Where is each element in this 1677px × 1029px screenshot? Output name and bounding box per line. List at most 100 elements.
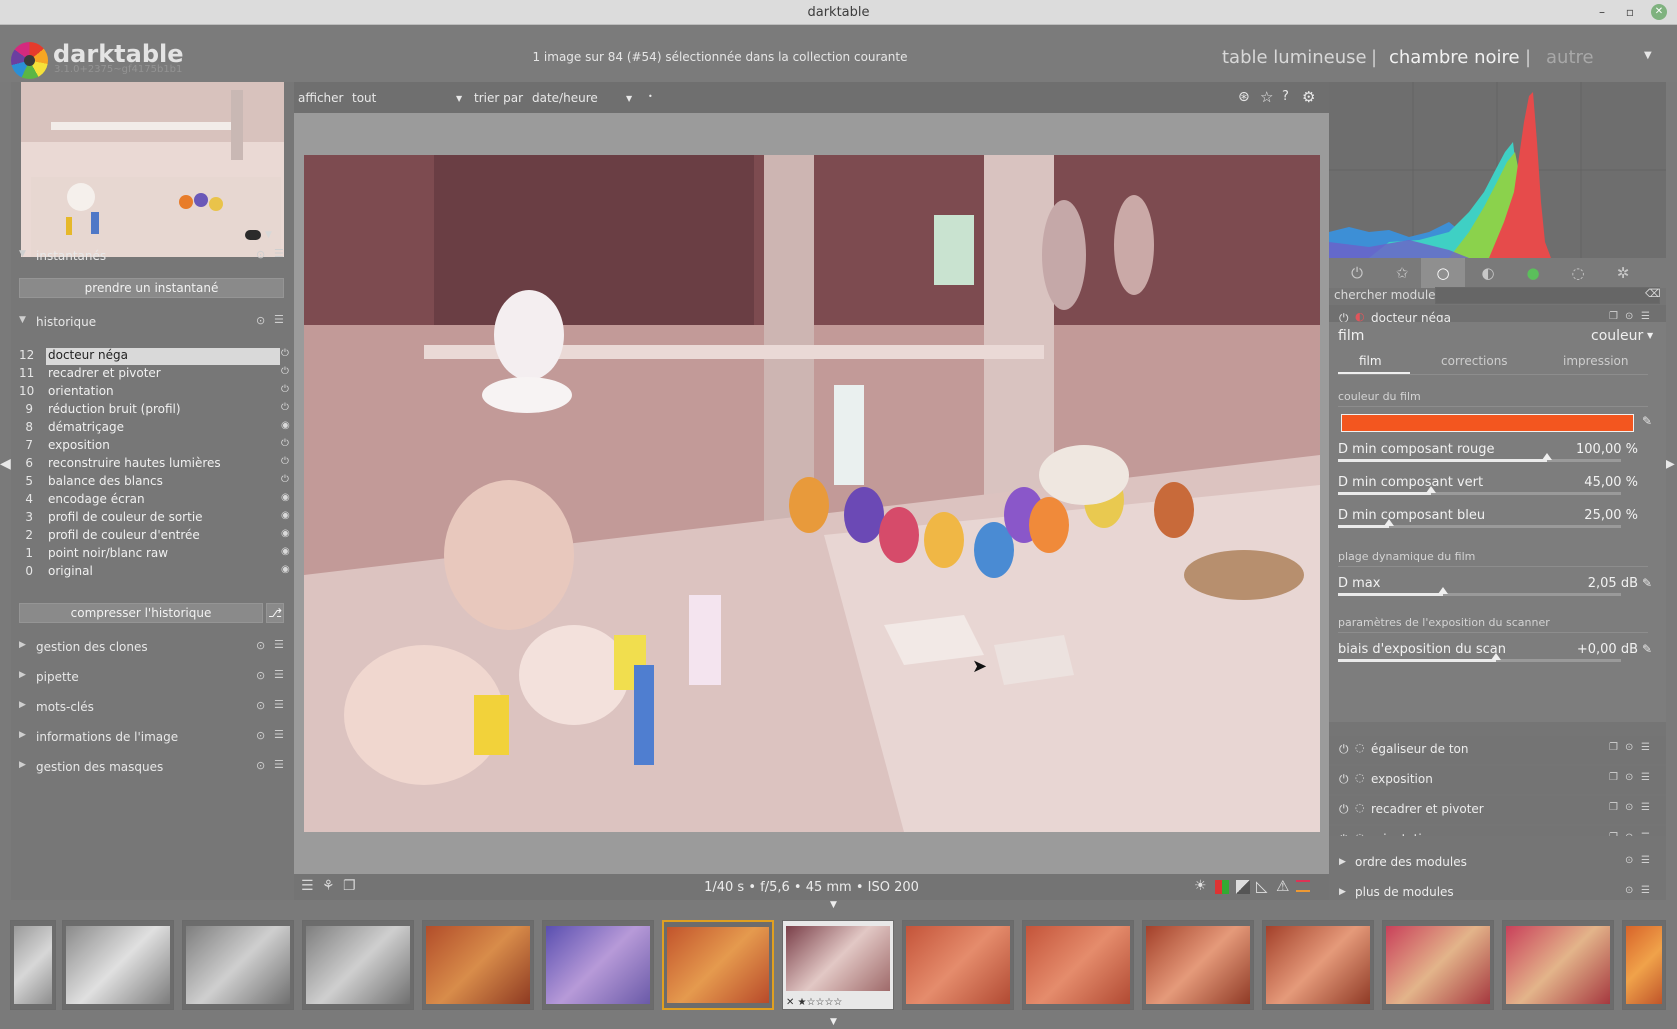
filmstrip-thumbnail[interactable] (1382, 920, 1494, 1010)
film-type-select[interactable]: couleur (1591, 328, 1643, 344)
dropdown-icon[interactable]: ▼ (1647, 331, 1653, 340)
collapsed-section-header[interactable]: ▶ informations de l'image ⊙ ☰ (11, 723, 294, 751)
reset-icon[interactable]: ⊙ (256, 699, 265, 712)
reset-icon[interactable]: ⊙ (1625, 885, 1633, 896)
history-item[interactable]: 4 encodage écran ◉ (19, 492, 294, 509)
slider-knob[interactable] (1383, 519, 1394, 526)
history-item[interactable]: 9 réduction bruit (profil) ⏻ (19, 402, 294, 419)
basic-group-tab-icon[interactable]: ○ (1434, 264, 1452, 282)
grouping-icon[interactable]: ⊛ (1238, 89, 1250, 105)
filmstrip-thumbnail[interactable] (1022, 920, 1134, 1010)
iso12646-icon[interactable]: ☀ (1194, 878, 1207, 894)
presets-icon[interactable]: ☰ (274, 728, 284, 741)
dmin-slider[interactable]: D min composant vert 45,00 % (1338, 475, 1638, 505)
module-instance-icon[interactable]: ❐ (1609, 311, 1618, 322)
left-panel-toggle-icon[interactable]: ◀ (0, 456, 11, 472)
presets-icon[interactable]: ☰ (274, 638, 284, 651)
filmstrip-thumbnail[interactable] (62, 920, 174, 1010)
collapsed-section-header[interactable]: ▶ gestion des masques ⊙ ☰ (11, 753, 294, 781)
sort-select[interactable]: date/heure (532, 91, 598, 105)
film-color-swatch[interactable] (1341, 414, 1634, 432)
raw-overexposed-icon[interactable] (1296, 880, 1310, 892)
history-item[interactable]: 0 original ◉ (19, 564, 294, 581)
history-header[interactable]: ▼ historique ⊙ ☰ (11, 308, 294, 336)
view-darkroom[interactable]: chambre noire (1389, 47, 1520, 68)
filmstrip-thumbnail[interactable] (302, 920, 414, 1010)
guides-icon[interactable]: ◺ (1256, 877, 1268, 895)
dmin-slider[interactable]: D min composant rouge 100,00 % (1338, 442, 1638, 472)
compress-history-button[interactable]: compresser l'historique (19, 603, 263, 623)
color-picker-icon[interactable]: ✎ (1642, 414, 1652, 428)
softproof-icon[interactable] (1215, 880, 1229, 894)
module-instance-icon[interactable]: ❐ (1609, 772, 1618, 783)
search-module-input[interactable] (1435, 287, 1660, 304)
module-power-icon[interactable]: ⏻ (1339, 772, 1349, 787)
dmax-slider[interactable]: D max 2,05 dB (1338, 576, 1638, 606)
module-reset-icon[interactable]: ⊙ (1625, 311, 1633, 322)
history-style-icon[interactable]: ⎇ (266, 603, 284, 623)
scan-bias-slider[interactable]: biais d'exposition du scan +0,00 dB (1338, 642, 1638, 672)
history-item[interactable]: 2 profil de couleur d'entrée ◉ (19, 528, 294, 545)
take-snapshot-button[interactable]: prendre un instantané (19, 278, 284, 298)
history-item[interactable]: 6 reconstruire hautes lumières ⏻ (19, 456, 294, 473)
color-picker-icon[interactable]: ✎ (1642, 576, 1652, 590)
presets-icon[interactable]: ☰ (274, 698, 284, 711)
minimize-icon[interactable]: – (1594, 4, 1610, 20)
module-reset-icon[interactable]: ⊙ (1625, 742, 1633, 753)
module-instance-icon[interactable]: ❐ (1609, 742, 1618, 753)
history-item[interactable]: 7 exposition ⏻ (19, 438, 294, 455)
filmstrip-thumbnail[interactable]: ✕ ★☆☆☆☆ (782, 920, 894, 1010)
history-item[interactable]: 11 recadrer et pivoter ⏻ (19, 366, 294, 383)
collapsed-section-header[interactable]: ▶ mots-clés ⊙ ☰ (11, 693, 294, 721)
history-item[interactable]: 3 profil de couleur de sortie ◉ (19, 510, 294, 527)
module-subtab[interactable]: impression (1563, 354, 1628, 368)
maximize-icon[interactable]: ▫ (1622, 4, 1638, 20)
slider-track[interactable] (1338, 486, 1621, 495)
filmstrip-thumbnail[interactable] (422, 920, 534, 1010)
module-presets-icon[interactable]: ☰ (1641, 832, 1650, 836)
correct-group-tab-icon[interactable]: ◌ (1569, 264, 1587, 282)
presets-icon[interactable]: ☰ (274, 758, 284, 771)
filmstrip-thumbnail[interactable] (10, 920, 56, 1010)
sort-order-icon[interactable]: • (648, 92, 653, 101)
slider-track[interactable] (1338, 519, 1621, 528)
overexposed-icon[interactable]: ⚠ (1276, 877, 1289, 895)
filmstrip-thumbnail[interactable] (1502, 920, 1614, 1010)
close-icon[interactable]: ✕ (1651, 4, 1667, 20)
slider-track[interactable] (1338, 453, 1621, 462)
module-power-icon[interactable]: ⏻ (1339, 802, 1349, 817)
module-power-icon[interactable]: ⏻ (1339, 742, 1349, 757)
dmin-slider[interactable]: D min composant bleu 25,00 % (1338, 508, 1638, 538)
module-reset-icon[interactable]: ⊙ (1625, 772, 1633, 783)
views-dropdown-icon[interactable]: ▼ (1644, 50, 1652, 61)
module-instance-icon[interactable]: ❐ (1609, 802, 1618, 813)
module-presets-icon[interactable]: ☰ (1641, 742, 1650, 753)
histogram[interactable] (1329, 82, 1666, 258)
reset-icon[interactable]: ⊙ (256, 669, 265, 682)
nav-zoom-icon[interactable] (245, 230, 261, 240)
presets-icon[interactable]: ☰ (1641, 855, 1650, 866)
module-subtab[interactable]: corrections (1441, 354, 1508, 368)
navigation-thumbnail[interactable] (21, 82, 284, 257)
slider-knob[interactable] (1426, 486, 1437, 493)
bottom-panel-toggle-icon[interactable]: ▼ (830, 1017, 837, 1027)
slider-knob[interactable] (1542, 453, 1553, 460)
color-picker-icon[interactable]: ✎ (1642, 642, 1652, 656)
module-header[interactable]: ⏻ ◌ recadrer et pivoter ❐ ⊙ ☰ (1329, 796, 1666, 824)
history-item[interactable]: 8 dématriçage ◉ (19, 420, 294, 437)
reset-icon[interactable]: ⊙ (1625, 855, 1633, 866)
filmstrip-thumbnail[interactable] (1622, 920, 1666, 1010)
module-reset-icon[interactable]: ⊙ (1625, 802, 1633, 813)
module-header[interactable]: ⏻ ◌ égaliseur de ton ❐ ⊙ ☰ (1329, 736, 1666, 764)
reset-icon[interactable]: ⊙ (256, 639, 265, 652)
reset-icon[interactable]: ⊙ (256, 729, 265, 742)
view-other[interactable]: autre (1546, 47, 1594, 68)
filmstrip-thumbnail[interactable] (542, 920, 654, 1010)
module-header[interactable]: ⏻ ◌ exposition ❐ ⊙ ☰ (1329, 766, 1666, 794)
filmstrip-thumbnail[interactable] (182, 920, 294, 1010)
history-item[interactable]: 12 docteur néga ⏻ (19, 348, 294, 365)
presets-icon[interactable]: ☰ (274, 668, 284, 681)
filmstrip-thumbnail[interactable] (902, 920, 1014, 1010)
show-filter-select[interactable]: tout (352, 91, 376, 105)
presets-icon[interactable]: ☰ (274, 313, 284, 326)
